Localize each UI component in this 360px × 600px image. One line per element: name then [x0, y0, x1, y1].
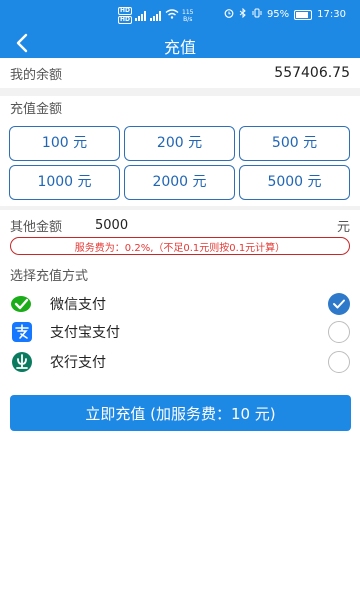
amount-option-500[interactable]: 500 元 — [239, 126, 350, 161]
hd-indicators: HD HD — [118, 7, 133, 24]
title-bar: 充值 — [0, 28, 360, 58]
battery-percent: 95% — [266, 9, 290, 20]
payment-method-label: 农行支付 — [50, 355, 106, 371]
section-divider — [0, 88, 360, 96]
section-divider — [0, 206, 360, 210]
wechat-pay-icon — [10, 292, 34, 316]
network-speed-value: 115 — [182, 8, 194, 16]
payment-method-abc-bank[interactable]: 农行支付 — [10, 348, 350, 376]
abc-bank-icon — [10, 350, 34, 374]
balance-value: 557406.75 — [274, 65, 350, 81]
other-amount-unit: 元 — [336, 219, 350, 235]
balance-label: 我的余额 — [10, 67, 63, 83]
amount-options: 100 元 200 元 500 元 1000 元 2000 元 5000 元 — [9, 126, 351, 200]
checkmark-icon — [332, 295, 346, 314]
amount-option-5000[interactable]: 5000 元 — [239, 165, 350, 200]
bluetooth-icon — [239, 7, 247, 21]
service-fee-note: 服务费为：0.2%,（不足0.1元则按0.1元计算） — [10, 237, 350, 255]
payment-method-wechat[interactable]: 微信支付 — [10, 290, 350, 318]
other-amount-row: 其他金额 5000 元 — [10, 214, 350, 236]
network-speed: 115 B/s — [182, 9, 193, 23]
alarm-icon — [224, 8, 234, 21]
signal-icon — [135, 10, 147, 21]
signal-icon — [150, 10, 162, 21]
recharge-submit-button[interactable]: 立即充值 (加服务费：10 元) — [10, 395, 351, 431]
network-speed-unit: B/s — [183, 15, 193, 23]
payment-method-label: 支付宝支付 — [50, 325, 120, 341]
other-amount-input[interactable]: 5000 — [95, 218, 337, 233]
radio-checked[interactable] — [328, 293, 350, 315]
status-right: 95% 17:30 — [224, 7, 346, 21]
balance-row: 我的余额 557406.75 — [10, 62, 350, 84]
battery-icon — [294, 9, 313, 20]
wifi-icon — [165, 9, 179, 22]
radio-unchecked[interactable] — [328, 351, 350, 373]
status-left: HD HD 115 B/s — [118, 7, 193, 24]
payment-method-label: 微信支付 — [50, 297, 106, 313]
amount-option-1000[interactable]: 1000 元 — [9, 165, 120, 200]
amount-option-2000[interactable]: 2000 元 — [124, 165, 235, 200]
status-bar: HD HD 115 B/s 95% 17:30 — [0, 0, 360, 28]
radio-unchecked[interactable] — [328, 321, 350, 343]
alipay-icon — [10, 320, 34, 344]
payment-method-alipay[interactable]: 支付宝支付 — [10, 318, 350, 346]
clock-time: 17:30 — [317, 9, 346, 20]
vibrate-icon — [252, 8, 262, 21]
hd-badge: HD — [118, 16, 133, 24]
payment-section-label: 选择充值方式 — [10, 269, 89, 284]
page-title: 充值 — [163, 38, 196, 57]
amount-option-200[interactable]: 200 元 — [124, 126, 235, 161]
amount-section-label: 充值金额 — [10, 102, 63, 117]
other-amount-label: 其他金额 — [10, 219, 63, 235]
amount-option-100[interactable]: 100 元 — [9, 126, 120, 161]
hd-badge: HD — [118, 7, 133, 15]
